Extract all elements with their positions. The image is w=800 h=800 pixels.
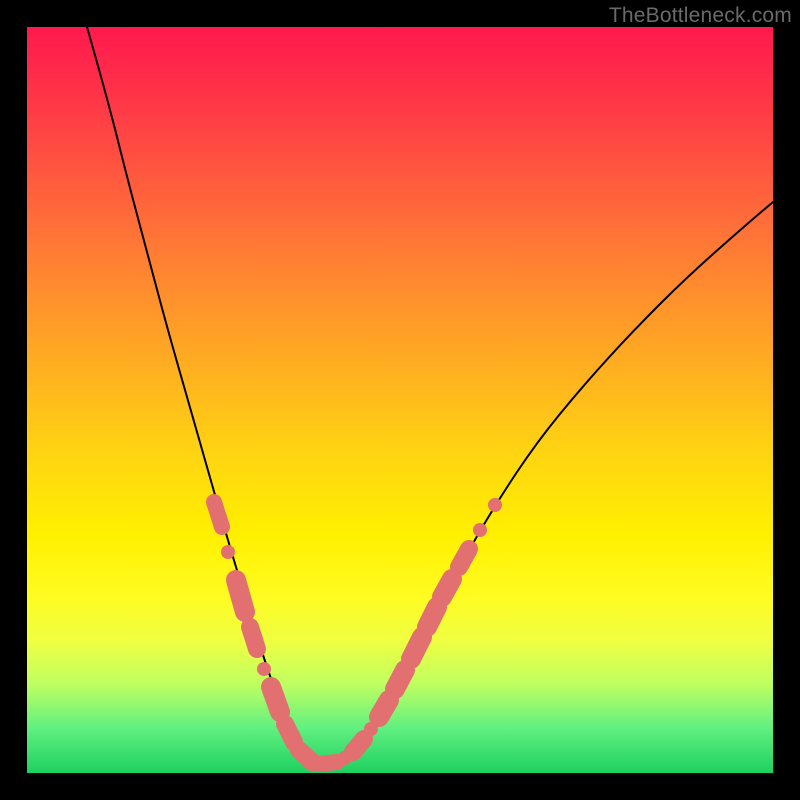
data-segment	[379, 700, 389, 717]
data-segment	[285, 724, 294, 742]
data-segment	[459, 549, 469, 567]
data-segment	[317, 762, 337, 764]
data-point	[221, 545, 235, 559]
chart-frame: TheBottleneck.com	[0, 0, 800, 800]
data-segment	[411, 637, 422, 659]
plot-area	[27, 27, 773, 773]
data-segment	[353, 739, 364, 752]
chart-svg	[27, 27, 773, 773]
data-markers	[214, 498, 502, 765]
data-segment	[250, 627, 257, 649]
data-segment	[271, 687, 280, 712]
data-point	[473, 523, 487, 537]
data-segment	[442, 579, 452, 597]
data-segment	[214, 502, 222, 527]
data-segment	[427, 607, 437, 627]
data-segment	[236, 580, 245, 612]
bottleneck-curve	[87, 27, 773, 764]
data-point	[257, 662, 271, 676]
watermark-text: TheBottleneck.com	[609, 4, 792, 28]
data-segment	[395, 670, 405, 689]
data-point	[488, 498, 502, 512]
